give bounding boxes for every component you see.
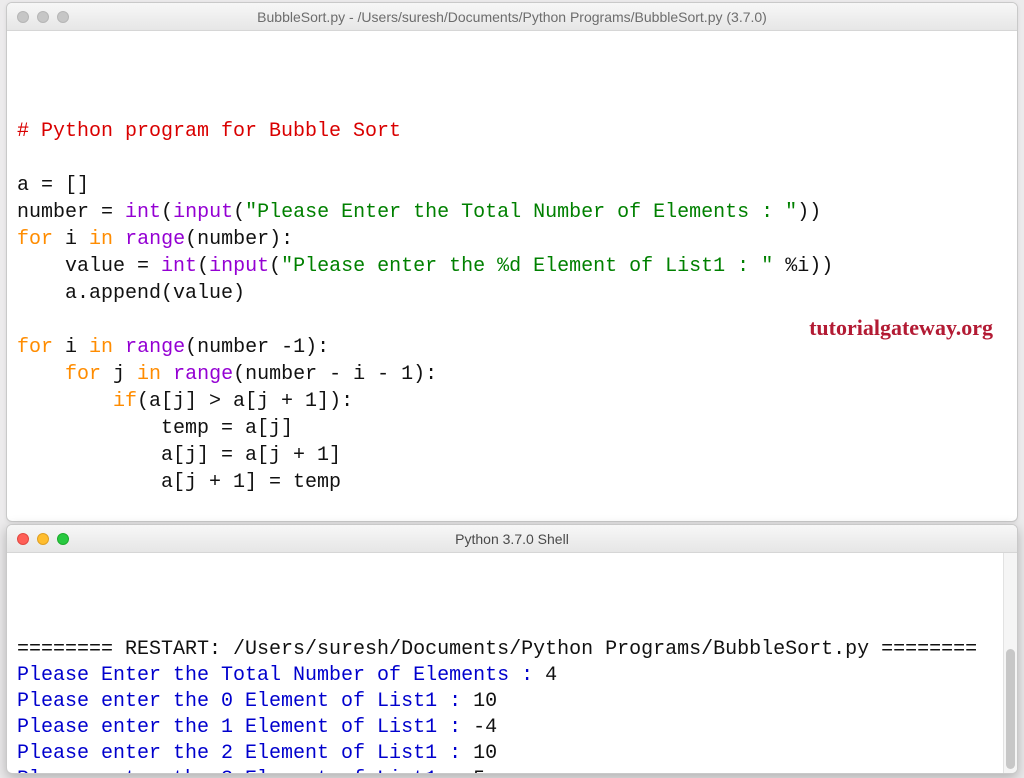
code-token: Please enter the 0 Element of List1 : [17, 690, 473, 713]
code-line: value = int(input("Please enter the %d E… [17, 253, 1009, 280]
code-token: ( [161, 201, 173, 224]
code-token: int [125, 201, 161, 224]
editor-title: BubbleSort.py - /Users/suresh/Documents/… [7, 9, 1017, 25]
code-line: # Python program for Bubble Sort [17, 118, 1009, 145]
shell-line: Please enter the 0 Element of List1 : 10 [17, 689, 1009, 715]
code-token [113, 228, 125, 251]
code-token [17, 390, 113, 413]
shell-titlebar[interactable]: Python 3.7.0 Shell [7, 525, 1017, 553]
code-token: for [17, 336, 53, 359]
editor-code-area[interactable]: # Python program for Bubble Sort a = []n… [7, 31, 1017, 521]
minimize-icon[interactable] [37, 533, 49, 545]
shell-output-area[interactable]: ======== RESTART: /Users/suresh/Document… [7, 553, 1017, 773]
close-icon[interactable] [17, 11, 29, 23]
code-token: "Please Enter the Total Number of Elemen… [245, 201, 797, 224]
code-line: for i in range(number): [17, 226, 1009, 253]
code-token: # Python program for Bubble Sort [17, 120, 401, 143]
code-line [17, 496, 1009, 521]
code-token: Please enter the 3 Element of List1 : [17, 768, 473, 773]
code-token: 5 [473, 768, 485, 773]
code-line [17, 145, 1009, 172]
code-token: in [137, 363, 161, 386]
code-token: ======== RESTART: /Users/suresh/Document… [17, 638, 977, 661]
shell-title: Python 3.7.0 Shell [7, 531, 1017, 547]
code-token: for [17, 228, 53, 251]
code-token: -4 [473, 716, 497, 739]
code-token: a.append(value) [17, 282, 245, 305]
code-token: number [17, 201, 101, 224]
code-token: input [173, 201, 233, 224]
code-token [113, 336, 125, 359]
shell-window: Python 3.7.0 Shell ======== RESTART: /Us… [6, 524, 1018, 774]
code-line: a[j + 1] = temp [17, 469, 1009, 496]
code-token: %i)) [773, 255, 833, 278]
code-token: if [113, 390, 137, 413]
code-token: in [89, 336, 113, 359]
watermark-text: tutorialgateway.org [809, 313, 993, 343]
code-token: ( [269, 255, 281, 278]
shell-line: Please enter the 3 Element of List1 : 5 [17, 767, 1009, 773]
code-token: int [161, 255, 197, 278]
code-token: 4 [545, 664, 557, 687]
code-token: a [17, 174, 41, 197]
code-token: i [53, 228, 89, 251]
code-token: ( [197, 255, 209, 278]
code-token: j [101, 363, 137, 386]
shell-line: Please Enter the Total Number of Element… [17, 663, 1009, 689]
code-token: (number): [185, 228, 293, 251]
code-token: 10 [473, 690, 497, 713]
editor-traffic-lights [17, 11, 69, 23]
code-line: temp = a[j] [17, 415, 1009, 442]
code-token: value [17, 255, 137, 278]
code-token: ( [233, 201, 245, 224]
code-token: range [173, 363, 233, 386]
code-token: (a[j] > a[j + 1]): [137, 390, 353, 413]
code-token: = [137, 255, 161, 278]
shell-line: Please enter the 2 Element of List1 : 10 [17, 741, 1009, 767]
code-token [17, 363, 65, 386]
code-line: a = [] [17, 172, 1009, 199]
code-token: i [53, 336, 89, 359]
code-line: for j in range(number - i - 1): [17, 361, 1009, 388]
code-token [161, 363, 173, 386]
code-token: range [125, 228, 185, 251]
code-token: Please Enter the Total Number of Element… [17, 664, 545, 687]
code-token: = [] [41, 174, 89, 197]
shell-scroll-thumb[interactable] [1006, 649, 1015, 769]
code-token: range [125, 336, 185, 359]
code-token: Please enter the 2 Element of List1 : [17, 742, 473, 765]
code-line: a[j] = a[j + 1] [17, 442, 1009, 469]
code-token: a[j] = a[j + 1] [17, 444, 341, 467]
code-line: if(a[j] > a[j + 1]): [17, 388, 1009, 415]
code-token: (number -1): [185, 336, 329, 359]
shell-traffic-lights [17, 533, 69, 545]
editor-window: BubbleSort.py - /Users/suresh/Documents/… [6, 2, 1018, 522]
code-token: temp = a[j] [17, 417, 293, 440]
close-icon[interactable] [17, 533, 29, 545]
shell-line: Please enter the 1 Element of List1 : -4 [17, 715, 1009, 741]
code-token: (number - i - 1): [233, 363, 437, 386]
minimize-icon[interactable] [37, 11, 49, 23]
code-token: for [65, 363, 101, 386]
zoom-icon[interactable] [57, 533, 69, 545]
zoom-icon[interactable] [57, 11, 69, 23]
code-token: Please enter the 1 Element of List1 : [17, 716, 473, 739]
shell-line: ======== RESTART: /Users/suresh/Document… [17, 637, 1009, 663]
code-line: a.append(value) [17, 280, 1009, 307]
code-token: in [89, 228, 113, 251]
code-token: 10 [473, 742, 497, 765]
code-line: number = int(input("Please Enter the Tot… [17, 199, 1009, 226]
shell-scrollbar[interactable] [1003, 553, 1017, 773]
code-token: = [101, 201, 125, 224]
code-token: a[j + 1] = temp [17, 471, 341, 494]
code-token: )) [797, 201, 821, 224]
editor-titlebar[interactable]: BubbleSort.py - /Users/suresh/Documents/… [7, 3, 1017, 31]
code-token: input [209, 255, 269, 278]
code-token: "Please enter the %d Element of List1 : … [281, 255, 773, 278]
